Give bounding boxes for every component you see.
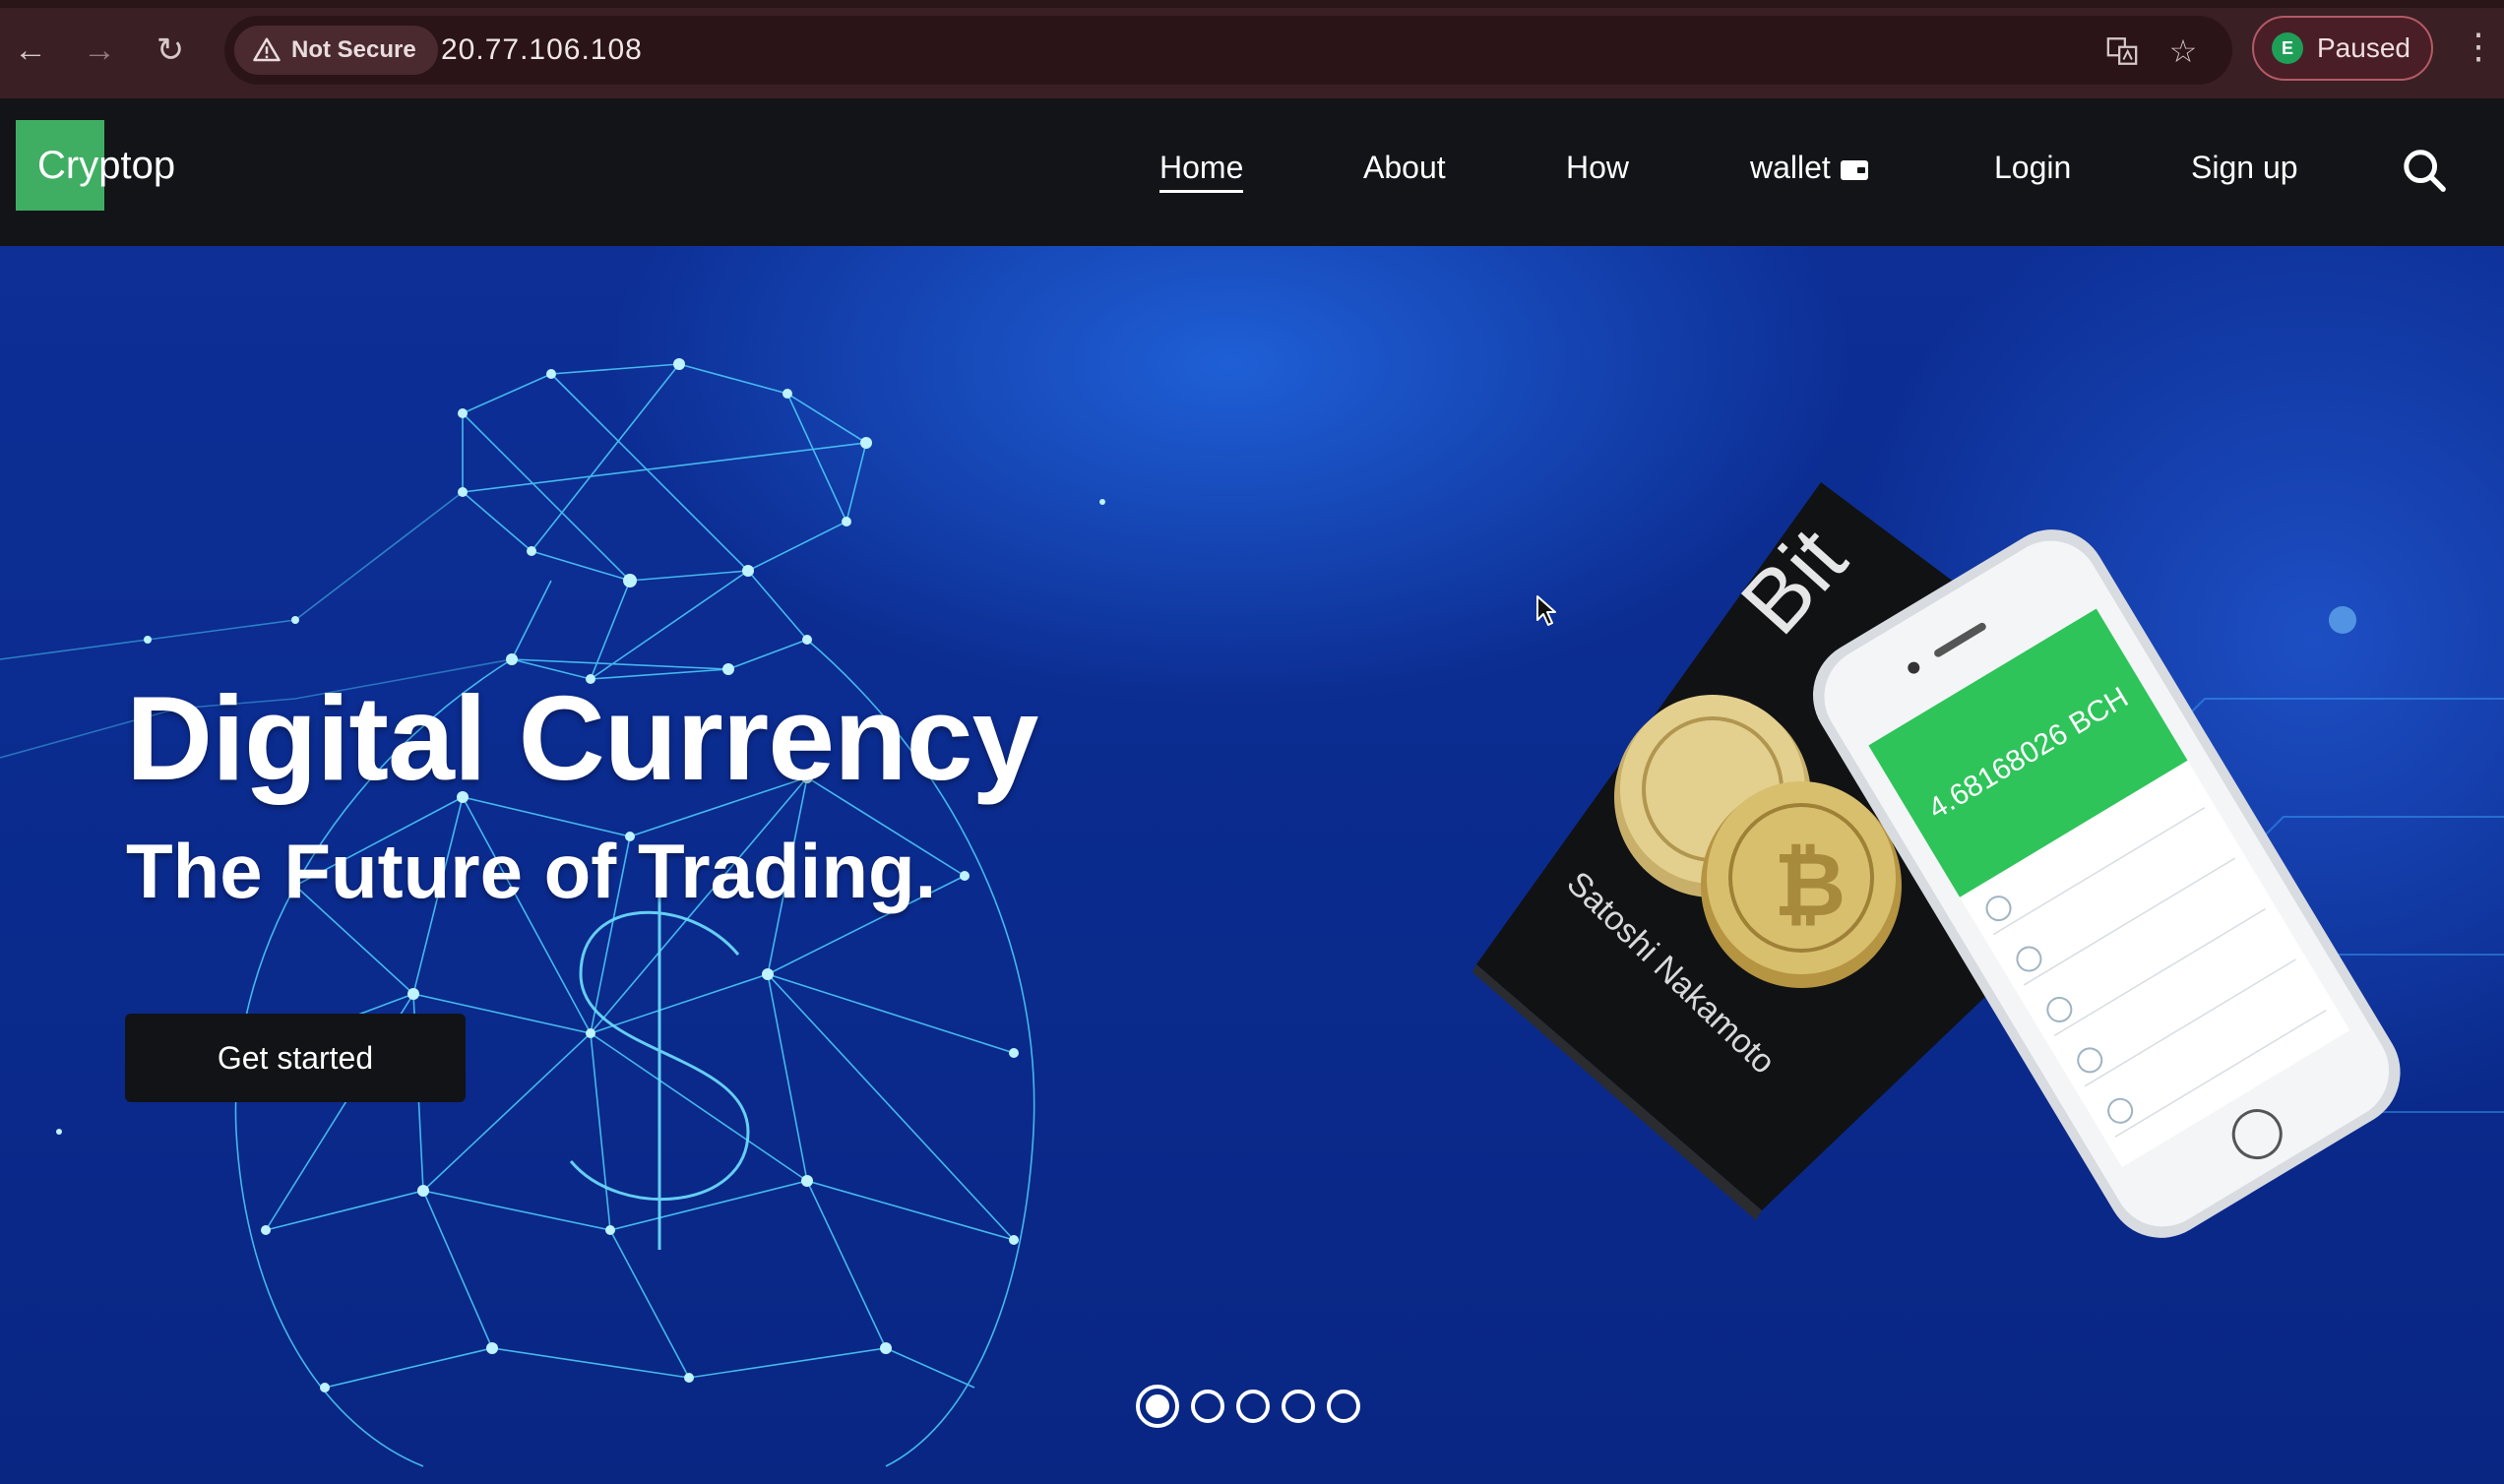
profile-avatar: E <box>2272 32 2303 64</box>
bookmark-star-icon[interactable]: ☆ <box>2163 31 2203 71</box>
url-text[interactable]: 20.77.106.108 <box>441 33 643 67</box>
forward-icon[interactable]: → <box>77 28 122 73</box>
profile-paused-button[interactable]: E Paused <box>2252 16 2433 81</box>
translate-icon[interactable] <box>2102 31 2142 71</box>
wallet-icon <box>1840 159 1868 180</box>
reload-icon[interactable]: ↻ <box>148 28 193 73</box>
nav-about[interactable]: About <box>1363 150 1446 186</box>
browser-toolbar: ← → ↻ Not Secure 20.77.106.108 ☆ E Pause… <box>0 0 2504 98</box>
search-icon[interactable] <box>2402 148 2447 193</box>
profile-status: Paused <box>2317 32 2410 63</box>
site-navbar: Cryptop Home About How wallet Login Sign… <box>0 98 2504 246</box>
carousel-dot-4[interactable] <box>1282 1390 1315 1423</box>
site-logo[interactable]: Cryptop <box>16 120 175 211</box>
carousel-dot-3[interactable] <box>1236 1390 1270 1423</box>
warning-icon <box>253 37 281 62</box>
nav-how[interactable]: How <box>1566 150 1629 186</box>
get-started-button[interactable]: Get started <box>125 1014 466 1102</box>
nav-login[interactable]: Login <box>1994 150 2071 186</box>
address-bar[interactable]: Not Secure 20.77.106.108 ☆ <box>224 16 2232 85</box>
security-chip[interactable]: Not Secure <box>234 26 438 75</box>
nav-wallet[interactable]: wallet <box>1750 150 1868 186</box>
browser-menu-icon[interactable]: ⋮ <box>2461 26 2496 67</box>
carousel-dot-2[interactable] <box>1191 1390 1224 1423</box>
hero-title: Digital Currency <box>126 671 1038 805</box>
nav-wallet-label: wallet <box>1750 150 1831 185</box>
hero-subtitle: The Future of Trading. <box>126 828 937 914</box>
tab-strip-edge <box>0 0 2504 8</box>
mouse-cursor-icon <box>1536 595 1556 626</box>
carousel-indicators <box>1136 1385 1360 1428</box>
security-label: Not Secure <box>291 36 416 63</box>
carousel-dot-1[interactable] <box>1136 1385 1179 1428</box>
svg-text:₿: ₿ <box>1774 836 1846 935</box>
hero-carousel: Digital Currency The Future of Trading. … <box>0 246 2504 1484</box>
bitcoin-product-image: Bit Satoshi Nakamoto ₿ 4.68168026 BCH <box>1472 482 2401 1238</box>
logo-text: Cryptop <box>37 143 176 187</box>
nav-signup[interactable]: Sign up <box>2191 150 2298 186</box>
carousel-dot-5[interactable] <box>1327 1390 1360 1423</box>
back-icon[interactable]: ← <box>8 28 53 73</box>
nav-home[interactable]: Home <box>1159 150 1244 193</box>
